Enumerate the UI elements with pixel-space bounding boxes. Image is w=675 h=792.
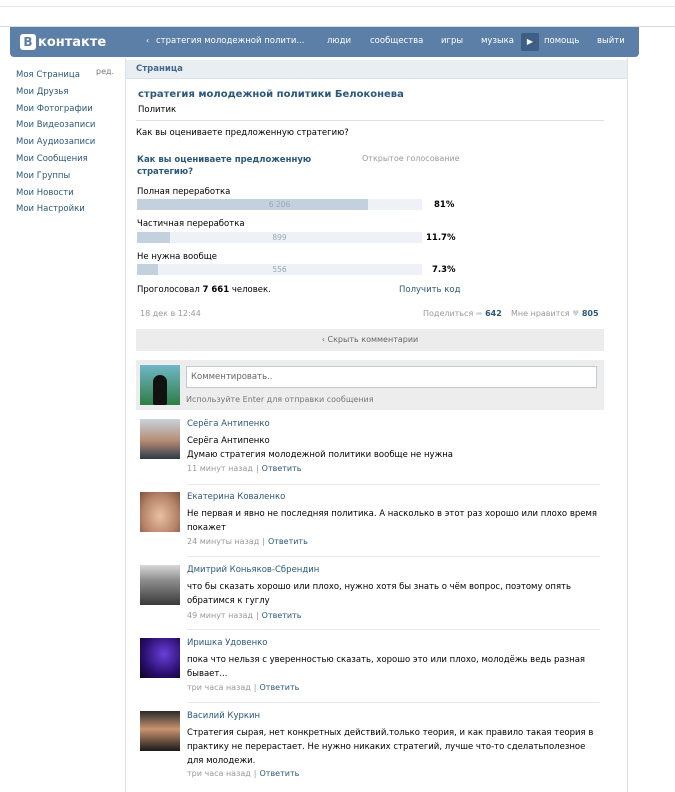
comment-item: Серёга Антипенко Серёга Антипенко Думаю … <box>136 419 604 479</box>
nav-people[interactable]: люди <box>327 36 351 46</box>
browser-chrome <box>0 0 675 27</box>
sidebar-item-friends[interactable]: Мои Друзья <box>16 84 116 101</box>
poll-title: Как вы оцениваете предложенную стратегию… <box>137 155 312 177</box>
sidebar-item-messages[interactable]: Мои Сообщения <box>16 151 116 168</box>
poll-option-label: Частичная переработка <box>137 219 245 229</box>
comment-meta: три часа назад | Ответить <box>187 769 300 778</box>
comment-time[interactable]: 24 минуты назад <box>187 537 259 546</box>
sidebar-item-photos[interactable]: Мои Фотографии <box>16 101 116 118</box>
vk-logo[interactable]: В контакте <box>20 34 106 50</box>
nav-logout[interactable]: выйти <box>597 36 625 46</box>
share-control[interactable]: Поделиться ➦ 642 <box>423 309 502 318</box>
poll-option-label: Полная переработка <box>137 187 231 197</box>
reply-link[interactable]: Ответить <box>268 537 308 546</box>
avatar[interactable] <box>140 492 180 532</box>
heart-icon: ♥ <box>572 309 580 318</box>
comment-author[interactable]: Серёга Антипенко <box>187 419 270 429</box>
comment-author[interactable]: Иришка Удовенко <box>187 638 268 648</box>
sidebar-item-audio[interactable]: Мои Аудиозаписи <box>16 134 116 151</box>
comment-text: Стратегия сырая, нет конкретных действий… <box>187 728 594 766</box>
reply-link[interactable]: Ответить <box>259 683 299 692</box>
vk-logo-text: контакте <box>38 34 107 50</box>
vk-logo-icon: В <box>20 34 36 50</box>
divider <box>136 120 604 121</box>
top-header: В контакте ‹ стратегия молодежной полити… <box>10 27 639 57</box>
comment-meta: 49 минут назад | Ответить <box>187 611 302 620</box>
comment-text: Не первая и явно не последняя политика. … <box>187 509 597 533</box>
reply-link[interactable]: Ответить <box>259 769 299 778</box>
comment-input[interactable]: Комментировать.. <box>186 366 597 388</box>
comment-text: что бы сказать хорошо или плохо, нужно х… <box>187 582 572 606</box>
comment-time[interactable]: три часа назад <box>187 769 251 778</box>
sidebar-item-videos[interactable]: Мои Видеозаписи <box>16 117 116 134</box>
avatar[interactable] <box>140 365 180 405</box>
avatar[interactable] <box>140 419 180 459</box>
divider <box>187 629 600 630</box>
poll-voted-summary: Проголосовал 7 661 человек. <box>137 285 271 295</box>
comment-meta: 24 минуты назад | Ответить <box>187 537 308 546</box>
poll-type: Открытое голосование <box>362 154 460 163</box>
divider <box>187 702 600 703</box>
comment-time[interactable]: три часа назад <box>187 683 251 692</box>
comment-item: Иришка Удовенко пока что нельзя с уверен… <box>136 638 604 698</box>
poll-option-label: Не нужна вообще <box>137 252 217 262</box>
poll-option-percent: 7.3% <box>432 265 456 275</box>
share-icon: ➦ <box>475 309 483 318</box>
reply-link[interactable]: Ответить <box>262 464 302 473</box>
comment-meta: 11 минут назад | Ответить <box>187 464 302 473</box>
post-date[interactable]: 18 дек в 12:44 <box>140 309 201 318</box>
comment-item: Екатерина Коваленко Не первая и явно не … <box>136 492 604 552</box>
comment-author[interactable]: Екатерина Коваленко <box>187 492 285 502</box>
sidebar-item-groups[interactable]: Мои Группы <box>16 168 116 185</box>
divider <box>187 484 600 485</box>
nav-help[interactable]: помощь <box>544 36 579 46</box>
section-header: Страница <box>126 60 627 79</box>
comment-text: Серёга Антипенко Думаю стратегия молодеж… <box>187 436 453 460</box>
poll-option-count: 556 <box>272 265 287 274</box>
nav-games[interactable]: игры <box>441 36 463 46</box>
page-title[interactable]: стратегия молодежной политики Белоконева <box>138 89 404 100</box>
like-control[interactable]: Мне нравится ♥ 805 <box>511 309 599 318</box>
section-title: Страница <box>136 64 183 74</box>
poll-option-count: 899 <box>272 233 287 242</box>
comment-hint: Используйте Enter для отправки сообщения <box>186 395 374 404</box>
comment-text: пока что нельзя с уверенностью сказать, … <box>187 655 586 679</box>
page-subtitle: Политик <box>138 105 177 115</box>
avatar[interactable] <box>140 565 180 605</box>
avatar[interactable] <box>140 711 180 751</box>
comment-item: Дмитрий Коньяков-Сбрендин что бы сказать… <box>136 565 604 625</box>
nav-communities[interactable]: сообщества <box>370 36 423 46</box>
left-sidebar: Моя Страница Мои Друзья Мои Фотографии М… <box>16 67 116 218</box>
comment-compose: Комментировать.. Используйте Enter для о… <box>136 360 604 410</box>
comment-author[interactable]: Василий Куркин <box>187 711 260 721</box>
sidebar-item-settings[interactable]: Мои Настройки <box>16 201 116 218</box>
poll-option-percent: 81% <box>434 200 455 210</box>
play-icon[interactable]: ▶ <box>521 33 539 51</box>
comment-meta: три часа назад | Ответить <box>187 683 300 692</box>
divider <box>187 556 600 557</box>
comment-item: Василий Куркин Стратегия сырая, нет конк… <box>136 711 604 786</box>
poll-option-percent: 11.7% <box>426 233 456 243</box>
poll-bar-1[interactable]: 899 <box>137 232 422 243</box>
poll-bar-0[interactable]: 6 206 <box>137 199 422 210</box>
header-page-title[interactable]: стратегия молодежной полити... <box>156 36 305 46</box>
main-content: Страница стратегия молодежной политики Б… <box>125 58 628 792</box>
sidebar-edit-link[interactable]: ред. <box>96 67 114 76</box>
nav-music[interactable]: музыка <box>481 36 514 46</box>
comment-time[interactable]: 11 минут назад <box>187 464 253 473</box>
poll-bar-2[interactable]: 556 <box>137 264 422 275</box>
back-arrow-icon[interactable]: ‹ <box>146 36 149 45</box>
comment-author[interactable]: Дмитрий Коньяков-Сбрендин <box>187 565 319 575</box>
poll-question-text: Как вы оцениваете предложенную стратегию… <box>136 128 349 138</box>
poll-option-count: 6 206 <box>268 200 291 209</box>
comment-time[interactable]: 49 минут назад <box>187 611 253 620</box>
reply-link[interactable]: Ответить <box>262 611 302 620</box>
comment-input-placeholder: Комментировать.. <box>191 372 273 382</box>
get-code-link[interactable]: Получить код <box>399 285 460 295</box>
hide-comments-button[interactable]: ‹ Скрыть комментарии <box>136 329 604 351</box>
avatar[interactable] <box>140 638 180 678</box>
sidebar-item-news[interactable]: Мои Новости <box>16 185 116 202</box>
